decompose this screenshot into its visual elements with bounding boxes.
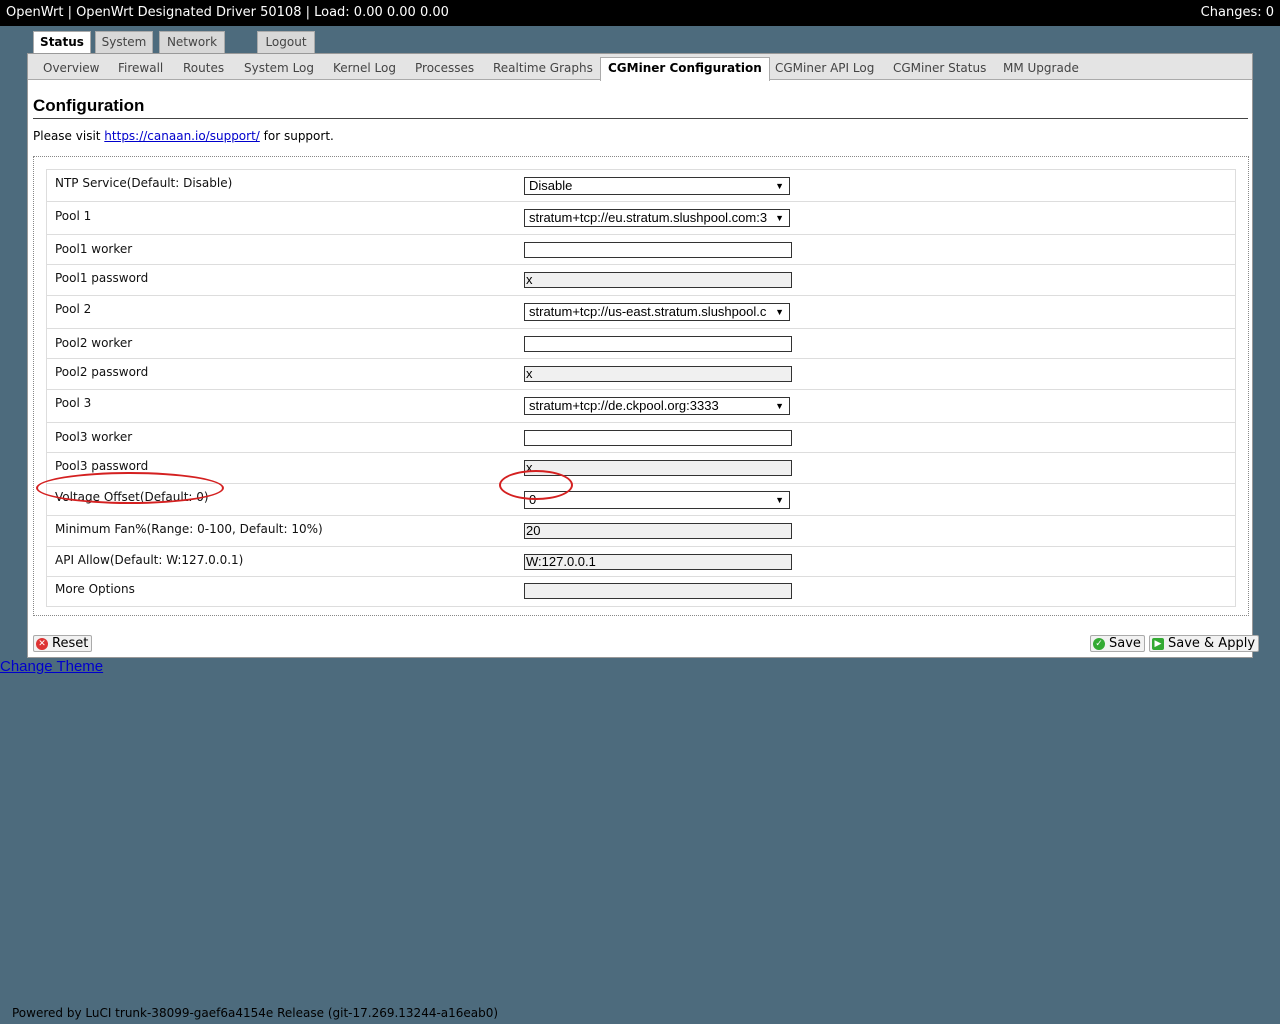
tab-logout[interactable]: Logout	[257, 31, 315, 53]
label-pool3: Pool 3	[55, 396, 92, 410]
footer: Powered by LuCI trunk-38099-gaef6a4154e …	[12, 1006, 499, 1020]
subtab-system-log[interactable]: System Log	[237, 58, 321, 79]
label-pool1-worker: Pool1 worker	[55, 242, 133, 256]
pool3-password-input[interactable]: x	[524, 460, 792, 476]
row-pool2: Pool 2 stratum+tcp://us-east.stratum.slu…	[47, 296, 1235, 329]
reset-button[interactable]: ✕ Reset	[33, 635, 93, 652]
row-pool3: Pool 3 stratum+tcp://de.ckpool.org:3333 ▼	[47, 390, 1235, 423]
row-minimum-fan: Minimum Fan%(Range: 0-100, Default: 10%)…	[47, 516, 1235, 547]
label-pool2-worker: Pool2 worker	[55, 336, 133, 350]
support-link[interactable]: https://canaan.io/support/	[104, 129, 260, 143]
page-title: Configuration	[33, 96, 1248, 119]
subtab-realtime-graphs[interactable]: Realtime Graphs	[486, 58, 600, 79]
pool1-select[interactable]: stratum+tcp://eu.stratum.slushpool.com:3…	[524, 209, 790, 227]
save-button[interactable]: ✓ Save	[1090, 635, 1145, 652]
checkmark-icon: ✓	[1093, 638, 1105, 650]
tab-system[interactable]: System	[95, 31, 153, 53]
change-theme-link[interactable]: Change Theme	[0, 658, 103, 675]
changes-counter[interactable]: Changes: 0	[1201, 5, 1274, 20]
subtab-cgminer-configuration[interactable]: CGMiner Configuration	[600, 57, 770, 81]
row-voltage-offset: Voltage Offset(Default: 0) 0 ▼	[47, 484, 1235, 516]
tab-network[interactable]: Network	[159, 31, 225, 53]
label-pool2: Pool 2	[55, 302, 92, 316]
row-pool2-password: Pool2 password x	[47, 359, 1235, 390]
ntp-service-value: Disable	[529, 178, 573, 193]
voltage-offset-select[interactable]: 0 ▼	[524, 491, 790, 509]
config-table: NTP Service(Default: Disable) Disable ▼ P…	[46, 169, 1236, 607]
label-pool3-worker: Pool3 worker	[55, 430, 133, 444]
ntp-service-select[interactable]: Disable ▼	[524, 177, 790, 195]
dropdown-arrow-icon: ▼	[775, 401, 784, 411]
dropdown-arrow-icon: ▼	[775, 181, 784, 191]
dropdown-arrow-icon: ▼	[775, 213, 784, 223]
label-ntp-service: NTP Service(Default: Disable)	[55, 176, 233, 190]
subtab-firewall[interactable]: Firewall	[111, 58, 170, 79]
row-pool1: Pool 1 stratum+tcp://eu.stratum.slushpoo…	[47, 202, 1235, 235]
pool1-value: stratum+tcp://eu.stratum.slushpool.com:3	[529, 210, 768, 225]
subtab-mm-upgrade[interactable]: MM Upgrade	[996, 58, 1086, 79]
subtab-processes[interactable]: Processes	[408, 58, 481, 79]
row-pool3-worker: Pool3 worker	[47, 423, 1235, 453]
dropdown-arrow-icon: ▼	[775, 495, 784, 505]
pool1-password-input[interactable]: x	[524, 272, 792, 288]
save-label: Save	[1109, 636, 1141, 651]
subtab-kernel-log[interactable]: Kernel Log	[326, 58, 403, 79]
apply-icon: ▶	[1152, 638, 1164, 650]
label-api-allow: API Allow(Default: W:127.0.0.1)	[55, 553, 244, 567]
tab-status[interactable]: Status	[33, 31, 91, 54]
system-title: OpenWrt | OpenWrt Designated Driver 5010…	[6, 5, 449, 20]
voltage-offset-value: 0	[529, 492, 537, 507]
save-apply-button[interactable]: ▶ Save & Apply	[1149, 635, 1260, 652]
label-pool1-password: Pool1 password	[55, 271, 149, 285]
label-voltage-offset: Voltage Offset(Default: 0)	[55, 490, 209, 504]
sub-tabs: Overview Firewall Routes System Log Kern…	[28, 54, 1252, 81]
pool3-worker-input[interactable]	[524, 430, 792, 446]
pool1-worker-input[interactable]	[524, 242, 792, 258]
main-panel: Overview Firewall Routes System Log Kern…	[27, 53, 1260, 658]
more-options-input[interactable]	[524, 583, 792, 599]
pool2-password-input[interactable]: x	[524, 366, 792, 382]
row-pool1-worker: Pool1 worker	[47, 235, 1235, 265]
subtab-cgminer-status[interactable]: CGMiner Status	[886, 58, 993, 79]
row-pool2-worker: Pool2 worker	[47, 329, 1235, 359]
subtab-cgminer-api-log[interactable]: CGMiner API Log	[768, 58, 881, 79]
support-prefix: Please visit	[33, 129, 105, 143]
pool2-worker-input[interactable]	[524, 336, 792, 352]
reset-label: Reset	[52, 636, 89, 651]
support-suffix: for support.	[259, 129, 334, 143]
support-text: Please visit https://canaan.io/support/ …	[33, 129, 334, 143]
label-minimum-fan: Minimum Fan%(Range: 0-100, Default: 10%)	[55, 522, 323, 536]
top-bar: OpenWrt | OpenWrt Designated Driver 5010…	[0, 0, 1280, 26]
row-api-allow: API Allow(Default: W:127.0.0.1) W:127.0.…	[47, 547, 1235, 577]
subtab-routes[interactable]: Routes	[176, 58, 231, 79]
row-pool3-password: Pool3 password x	[47, 453, 1235, 484]
label-more-options: More Options	[55, 582, 135, 596]
label-pool1: Pool 1	[55, 209, 92, 223]
minimum-fan-input[interactable]: 20	[524, 523, 792, 539]
pool3-select[interactable]: stratum+tcp://de.ckpool.org:3333 ▼	[524, 397, 790, 415]
config-fieldset: NTP Service(Default: Disable) Disable ▼ P…	[33, 156, 1249, 616]
save-apply-label: Save & Apply	[1168, 636, 1256, 651]
api-allow-input[interactable]: W:127.0.0.1	[524, 554, 792, 570]
subtab-overview[interactable]: Overview	[36, 58, 107, 79]
reset-icon: ✕	[36, 638, 48, 650]
row-more-options: More Options	[47, 577, 1235, 606]
row-pool1-password: Pool1 password x	[47, 265, 1235, 296]
pool3-value: stratum+tcp://de.ckpool.org:3333	[529, 398, 719, 413]
label-pool3-password: Pool3 password	[55, 459, 149, 473]
label-pool2-password: Pool2 password	[55, 365, 149, 379]
pool2-select[interactable]: stratum+tcp://us-east.stratum.slushpool.…	[524, 303, 790, 321]
row-ntp-service: NTP Service(Default: Disable) Disable ▼	[47, 170, 1235, 202]
pool2-value: stratum+tcp://us-east.stratum.slushpool.…	[529, 304, 767, 319]
dropdown-arrow-icon: ▼	[775, 307, 784, 317]
